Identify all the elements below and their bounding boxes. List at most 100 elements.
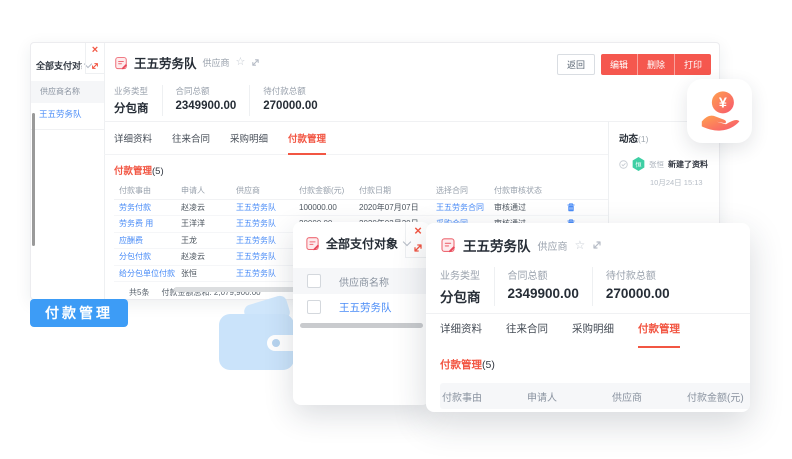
tab-detail-info[interactable]: 详细资料: [114, 131, 152, 154]
star-icon[interactable]: ☆: [236, 57, 246, 68]
stat-pending-total: 待付款总额 270000.00: [250, 85, 330, 116]
screenshot-canvas: 全部支付对象 × 供应商名称 王五劳务队: [0, 0, 792, 459]
supplier-tag: 供应商: [538, 238, 568, 253]
activity-entry: 恒 张恒 新建了资料: [619, 157, 719, 171]
tab-payment-management[interactable]: 付款管理: [638, 321, 680, 348]
pane-supplier-link[interactable]: 王五劳务队: [31, 103, 104, 125]
supplier-link[interactable]: 王五劳务队: [236, 268, 299, 279]
wallet-illustration: [219, 300, 297, 382]
tab-payment-management[interactable]: 付款管理: [288, 131, 326, 155]
stat-value: 分包商: [440, 286, 481, 306]
supplier-tag: 供应商: [203, 56, 230, 69]
edit-button[interactable]: 编辑: [601, 54, 637, 75]
payment-reason-link[interactable]: 应酬费: [119, 235, 181, 246]
supplier-link[interactable]: 王五劳务队: [236, 251, 299, 262]
record-icon: [114, 56, 128, 70]
section-title-label: 付款管理: [440, 359, 482, 371]
pane-window-controls: ×: [85, 43, 104, 74]
cell-applicant: 赵凌云: [181, 202, 236, 213]
row-checkbox[interactable]: [307, 300, 321, 314]
delete-row-button[interactable]: [567, 203, 585, 212]
horizontal-scrollbar[interactable]: [300, 323, 423, 328]
section-title: 付款管理(5): [440, 357, 495, 372]
expand-button[interactable]: [86, 58, 104, 73]
relation-icon[interactable]: [251, 58, 260, 67]
cell-applicant: 赵凌云: [181, 251, 236, 262]
stat-label: 业务类型: [440, 267, 481, 282]
tab-bar: 详细资料 往来合同 采购明细 付款管理: [440, 321, 680, 347]
col-supplier: 供应商: [610, 389, 685, 404]
delete-button[interactable]: 删除: [637, 54, 674, 75]
stat-label: 待付款总额: [263, 85, 317, 97]
stat-value: 270000.00: [263, 100, 317, 112]
expand-icon: [413, 243, 423, 253]
col-applicant: 申请人: [181, 185, 236, 196]
yuan-symbol: ¥: [718, 96, 726, 112]
payment-feature-tile: ¥: [687, 79, 752, 143]
cell-status: 审核通过: [494, 202, 567, 213]
activity-count: (1): [638, 134, 648, 144]
stat-business-type: 业务类型 分包商: [440, 267, 495, 306]
summary-stats: 业务类型 分包商 合同总额 2349900.00 待付款总额 270000.00: [114, 85, 331, 116]
tab-detail-info[interactable]: 详细资料: [440, 321, 482, 347]
section-count: (5): [482, 359, 495, 371]
col-status: 付款审核状态: [494, 185, 567, 196]
stat-pending-total: 待付款总额 270000.00: [593, 267, 683, 306]
back-button[interactable]: 返回: [557, 54, 595, 75]
pane-column-header: 供应商名称: [31, 81, 104, 103]
stat-label: 合同总额: [508, 267, 579, 282]
supplier-link[interactable]: 王五劳务队: [236, 202, 299, 213]
stat-label: 业务类型: [114, 85, 149, 97]
payment-objects-card: × 全部支付对象 供应商名称 王五劳务队: [293, 222, 430, 405]
payment-reason-link[interactable]: 劳务付款: [119, 202, 181, 213]
supplier-link[interactable]: 王五劳务队: [339, 300, 392, 315]
wallet-body: [219, 314, 294, 370]
stat-contract-total: 合同总额 2349900.00: [495, 267, 593, 306]
tab-purchase-detail[interactable]: 采购明细: [230, 131, 268, 154]
relation-icon[interactable]: [592, 240, 602, 250]
tab-contracts[interactable]: 往来合同: [506, 321, 548, 347]
stat-label: 待付款总额: [606, 267, 670, 282]
record-icon: [305, 236, 320, 251]
summary-stats: 业务类型 分包商 合同总额 2349900.00 待付款总额 270000.00: [440, 267, 683, 306]
payment-reason-link[interactable]: 分包付款: [119, 251, 181, 262]
money-hand-icon: ¥: [697, 88, 743, 134]
table-header-row: 付款事由 申请人 供应商 付款金额(元) 付款日期 选择合同 付款审核状态: [114, 183, 608, 200]
col-contract: 选择合同: [436, 185, 494, 196]
col-reason: 付款事由: [440, 389, 525, 404]
supplier-link[interactable]: 王五劳务队: [236, 235, 299, 246]
activity-user: 张恒: [649, 159, 664, 170]
stat-value: 2349900.00: [176, 100, 237, 112]
supplier-detail-card: 王五劳务队 供应商 ☆ 业务类型 分包商 合同总额 2349900.00 待付款…: [426, 223, 750, 412]
select-all-checkbox[interactable]: [307, 274, 321, 288]
activity-action: 新建了资料: [668, 159, 708, 170]
pane-title-label: 全部支付对象: [36, 59, 82, 72]
col-amount: 付款金额(元): [299, 185, 359, 196]
stat-label: 合同总额: [176, 85, 237, 97]
tab-bar: 详细资料 往来合同 采购明细 付款管理: [104, 121, 608, 155]
tab-contracts[interactable]: 往来合同: [172, 131, 210, 154]
pane-scrollbar[interactable]: [32, 113, 35, 246]
cell-date: 2020年07月07日: [359, 202, 436, 213]
avatar: 恒: [632, 157, 645, 171]
col-date: 付款日期: [359, 185, 436, 196]
tab-purchase-detail[interactable]: 采购明细: [572, 321, 614, 347]
print-button[interactable]: 打印: [674, 54, 711, 75]
close-button[interactable]: ×: [86, 43, 104, 58]
star-icon[interactable]: ☆: [575, 239, 586, 251]
contract-link[interactable]: 王五劳务合同: [436, 202, 494, 213]
toolbar: 返回 编辑 删除 打印: [557, 54, 711, 75]
payment-reason-link[interactable]: 劳务费 用: [119, 218, 181, 229]
action-button-group: 编辑 删除 打印: [601, 54, 711, 75]
column-header: 供应商名称: [339, 274, 389, 289]
record-icon: [440, 237, 456, 253]
stat-value: 270000.00: [606, 286, 670, 301]
payment-reason-link[interactable]: 给分包单位付款: [119, 268, 181, 279]
payment-objects-pane: 全部支付对象 × 供应商名称 王五劳务队: [31, 43, 105, 299]
section-title-label: 付款管理: [114, 166, 152, 177]
card-title: 全部支付对象: [326, 235, 398, 252]
col-amount: 付款金额(元): [685, 389, 750, 404]
supplier-link[interactable]: 王五劳务队: [236, 218, 299, 229]
col-applicant: 申请人: [525, 389, 610, 404]
cell-applicant: 王洋洋: [181, 218, 236, 229]
